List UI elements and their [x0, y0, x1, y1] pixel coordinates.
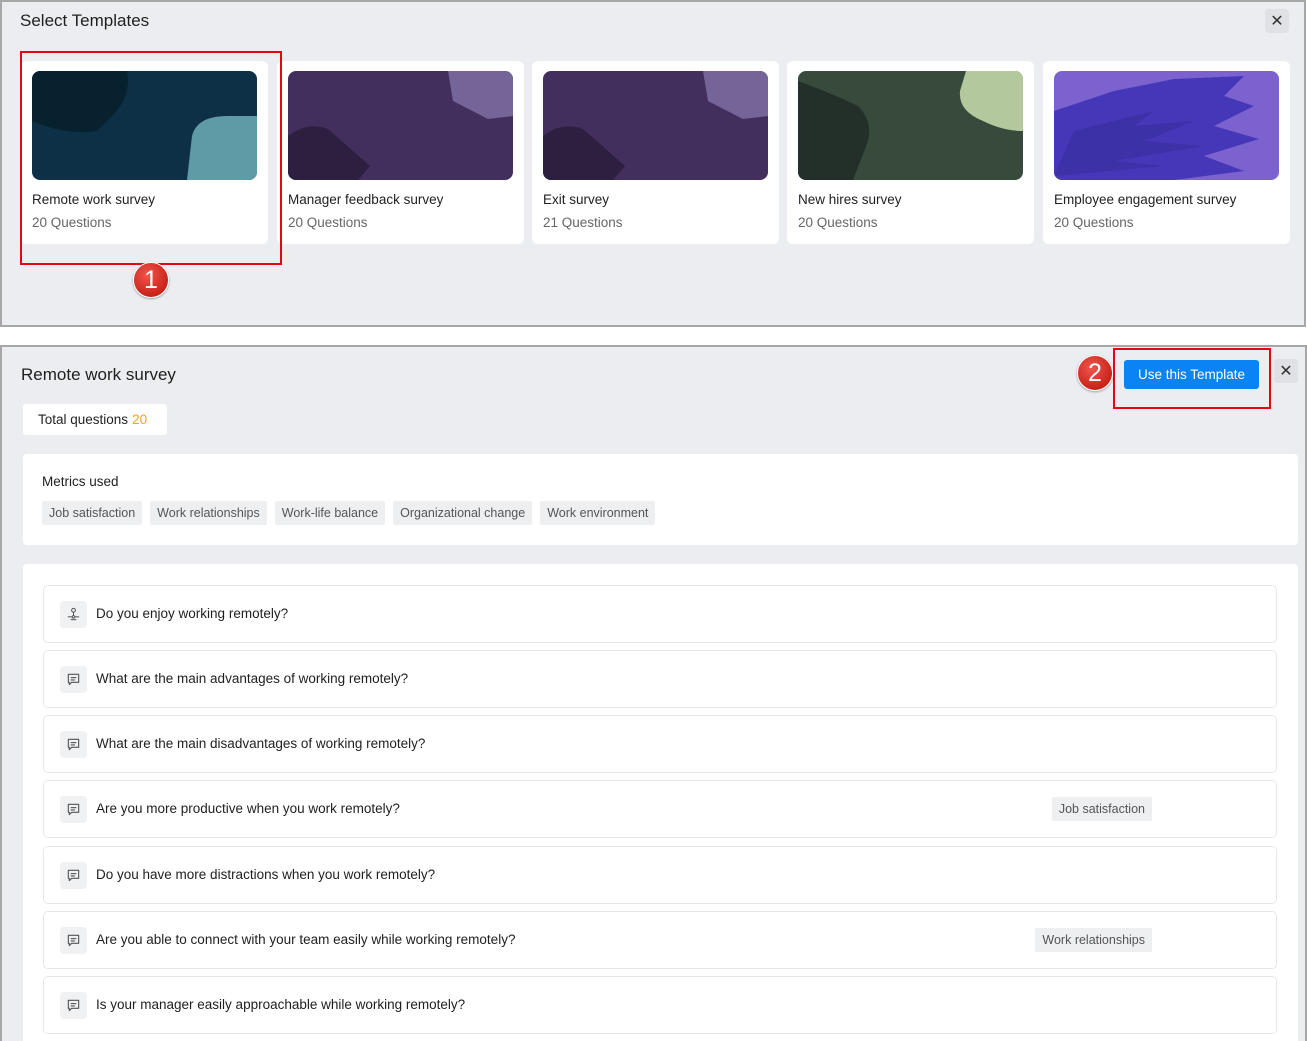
question-text: Are you able to connect with your team e… — [96, 932, 516, 947]
template-thumbnail — [1054, 71, 1279, 180]
step-badge-1: 1 — [133, 262, 169, 298]
template-card-remote-work[interactable]: Remote work survey 20 Questions — [21, 61, 268, 244]
question-row[interactable]: What are the main disadvantages of worki… — [43, 715, 1277, 773]
total-questions-value: 20 — [132, 412, 148, 427]
metric-tag: Work-life balance — [274, 501, 386, 525]
comment-icon — [60, 731, 87, 758]
template-name: Remote work survey — [32, 192, 156, 207]
template-thumbnail — [32, 71, 257, 180]
comment-icon — [60, 992, 87, 1019]
template-name: Manager feedback survey — [288, 192, 444, 207]
question-row[interactable]: Are you more productive when you work re… — [43, 780, 1277, 838]
question-metric-tag: Job satisfaction — [1051, 797, 1152, 821]
question-row[interactable]: Is your manager easily approachable whil… — [43, 976, 1277, 1034]
question-metric-tag: Work relationships — [1035, 928, 1152, 952]
question-text: Is your manager easily approachable whil… — [96, 997, 466, 1012]
use-template-button[interactable]: Use this Template — [1124, 360, 1259, 389]
template-card-manager-feedback[interactable]: Manager feedback survey 20 Questions — [277, 61, 524, 244]
template-card-employee-engagement[interactable]: Employee engagement survey 20 Questions — [1043, 61, 1290, 244]
question-text: What are the main advantages of working … — [96, 671, 409, 686]
template-question-count: 21 Questions — [543, 215, 623, 230]
template-title: Remote work survey — [21, 365, 176, 384]
metric-tag: Work relationships — [150, 501, 267, 525]
question-text: Are you more productive when you work re… — [96, 801, 400, 816]
question-row[interactable]: Do you have more distractions when you w… — [43, 846, 1277, 904]
template-thumbnail — [798, 71, 1023, 180]
question-text: Do you have more distractions when you w… — [96, 867, 436, 882]
metrics-tags: Job satisfaction Work relationships Work… — [42, 501, 656, 525]
template-question-count: 20 Questions — [1054, 215, 1134, 230]
template-name: New hires survey — [798, 192, 902, 207]
template-question-count: 20 Questions — [32, 215, 112, 230]
total-questions-chip: Total questions 20 — [23, 404, 167, 435]
question-row[interactable]: Are you able to connect with your team e… — [43, 911, 1277, 969]
template-question-count: 20 Questions — [798, 215, 878, 230]
template-thumbnail — [543, 71, 768, 180]
template-card-new-hires[interactable]: New hires survey 20 Questions — [787, 61, 1034, 244]
close-icon[interactable]: ✕ — [1265, 9, 1289, 33]
rating-scale-icon — [60, 601, 87, 628]
metrics-section: Metrics used Job satisfaction Work relat… — [23, 454, 1298, 545]
step-badge-2: 2 — [1077, 355, 1113, 391]
template-detail-dialog: Remote work survey Total questions 20 2 … — [0, 345, 1307, 1041]
select-templates-dialog: Select Templates ✕ Remote work survey 20… — [0, 0, 1306, 327]
questions-list: Do you enjoy working remotely? What are … — [23, 564, 1298, 1041]
comment-icon — [60, 927, 87, 954]
metric-tag: Job satisfaction — [42, 501, 143, 525]
comment-icon — [60, 862, 87, 889]
comment-icon — [60, 666, 87, 693]
question-row[interactable]: Do you enjoy working remotely? — [43, 585, 1277, 643]
close-icon[interactable]: ✕ — [1274, 359, 1298, 383]
question-text: Do you enjoy working remotely? — [96, 606, 289, 621]
template-name: Employee engagement survey — [1054, 192, 1237, 207]
metric-tag: Work environment — [540, 501, 656, 525]
question-row[interactable]: What are the main advantages of working … — [43, 650, 1277, 708]
template-name: Exit survey — [543, 192, 610, 207]
comment-icon — [60, 796, 87, 823]
question-text: What are the main disadvantages of worki… — [96, 736, 426, 751]
template-card-exit[interactable]: Exit survey 21 Questions — [532, 61, 779, 244]
total-questions-label: Total questions — [38, 412, 129, 427]
dialog-title: Select Templates — [20, 11, 150, 30]
template-question-count: 20 Questions — [288, 215, 368, 230]
template-thumbnail — [288, 71, 513, 180]
metric-tag: Organizational change — [393, 501, 533, 525]
metrics-label: Metrics used — [42, 474, 119, 489]
